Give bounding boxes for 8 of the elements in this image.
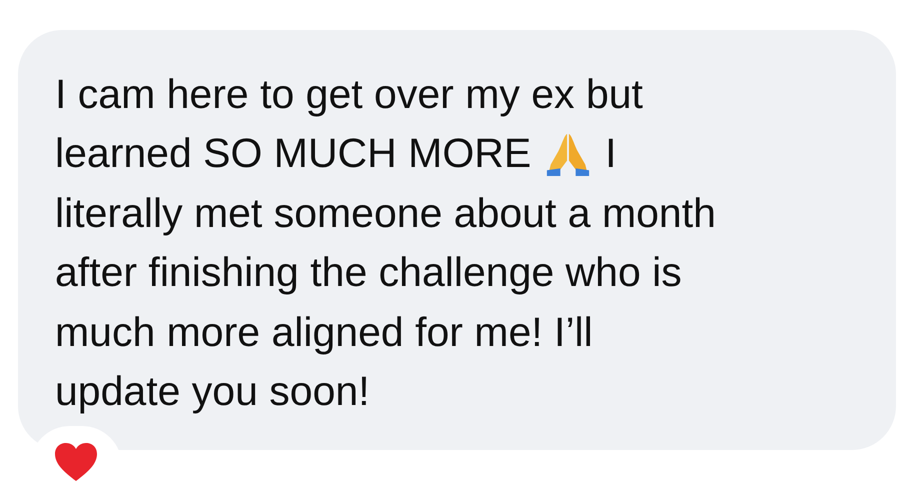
message-text: after finishing the challenge who is (55, 248, 682, 296)
heart-icon (54, 442, 98, 482)
message-text: I (605, 129, 617, 178)
message-text: update you soon! (55, 367, 370, 416)
message-text: literally met someone about a month (55, 188, 716, 237)
message-text: much more aligned for me! I’ll (55, 308, 593, 356)
message-text: I cam here to get over my ex but (55, 70, 643, 118)
message-text: learned SO MUCH MORE (55, 129, 532, 178)
